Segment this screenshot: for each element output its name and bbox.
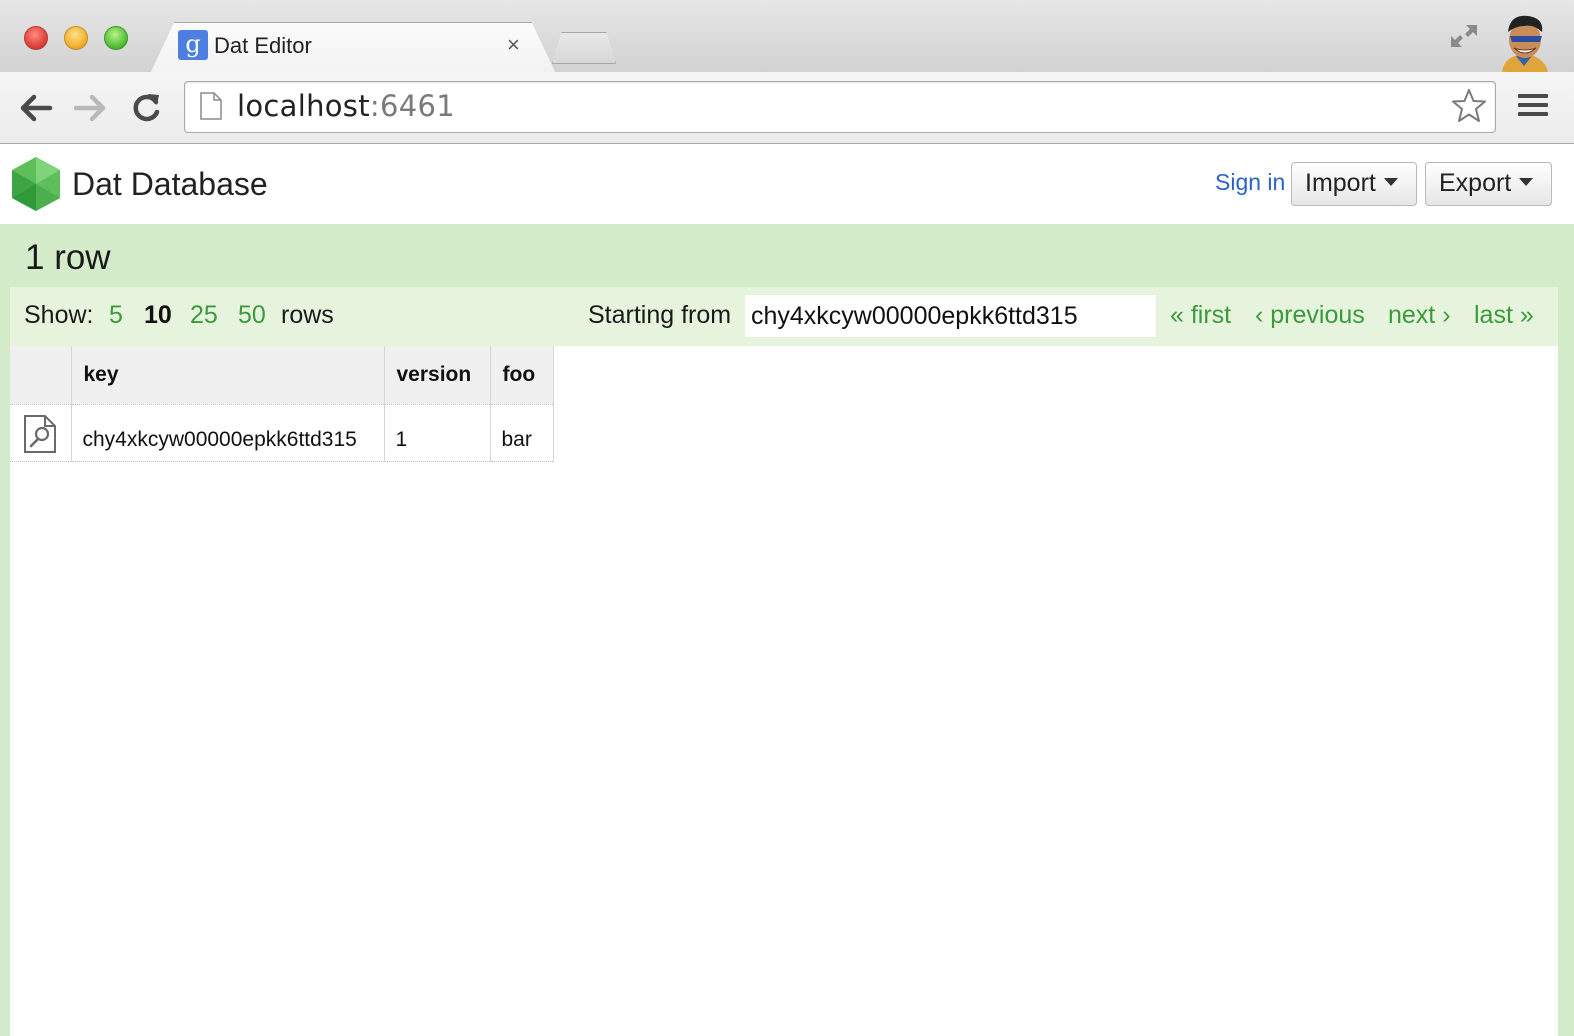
tab-title: Dat Editor bbox=[214, 33, 312, 58]
window-minimize-button[interactable] bbox=[64, 26, 88, 50]
cell-key[interactable]: chy4xkcyw00000epkk6ttd315 bbox=[71, 404, 385, 462]
page-size-50[interactable]: 50 bbox=[238, 301, 266, 330]
new-tab-button[interactable] bbox=[552, 32, 616, 64]
fullscreen-icon[interactable] bbox=[1448, 22, 1480, 50]
arrow-right-icon[interactable] bbox=[72, 90, 108, 126]
cell-version[interactable]: 1 bbox=[384, 404, 491, 462]
url-host: localhost bbox=[237, 89, 370, 123]
bookmark-star-icon[interactable] bbox=[1450, 87, 1488, 125]
starting-from-input[interactable] bbox=[745, 295, 1156, 337]
import-label: Import bbox=[1305, 169, 1376, 197]
app-title: Dat Database bbox=[72, 166, 268, 202]
table-header-blank bbox=[10, 346, 72, 405]
google-favicon-icon: g bbox=[178, 30, 208, 60]
window-maximize-button[interactable] bbox=[104, 26, 128, 50]
page-size-5[interactable]: 5 bbox=[109, 301, 123, 330]
row-view-cell[interactable] bbox=[10, 404, 72, 462]
table-header-row: key version foo bbox=[10, 346, 554, 405]
page-size-10: 10 bbox=[144, 301, 172, 329]
document-search-icon[interactable] bbox=[23, 414, 57, 454]
caret-down-icon bbox=[1519, 178, 1534, 187]
page-size-25[interactable]: 25 bbox=[190, 301, 218, 330]
rows-label: rows bbox=[281, 301, 334, 329]
sign-in-link[interactable]: Sign in bbox=[1215, 169, 1285, 196]
next-page-link[interactable]: next › bbox=[1388, 301, 1451, 330]
data-table: key version foo chy4xkcyw00000epkk6ttd31… bbox=[10, 346, 554, 462]
import-button[interactable]: Import bbox=[1291, 162, 1417, 206]
browser-tab-active[interactable] bbox=[150, 22, 556, 74]
table-header-version[interactable]: version bbox=[384, 346, 491, 405]
hamburger-menu-icon[interactable] bbox=[1518, 94, 1548, 120]
table-header-foo[interactable]: foo bbox=[490, 346, 554, 405]
user-avatar[interactable] bbox=[1494, 10, 1554, 72]
first-page-link[interactable]: « first bbox=[1170, 301, 1231, 330]
export-label: Export bbox=[1439, 169, 1512, 197]
cell-foo[interactable]: bar bbox=[490, 404, 554, 462]
row-count: 1 row bbox=[25, 238, 111, 277]
starting-from-label: Starting from bbox=[588, 301, 732, 329]
window-close-button[interactable] bbox=[24, 26, 48, 50]
reload-icon[interactable] bbox=[128, 90, 164, 126]
last-page-link[interactable]: last » bbox=[1474, 301, 1534, 330]
table-header-key[interactable]: key bbox=[71, 346, 385, 405]
tab-close-icon[interactable]: × bbox=[507, 33, 520, 57]
page-icon bbox=[200, 92, 222, 120]
dat-logo-icon bbox=[12, 157, 60, 211]
caret-down-icon bbox=[1383, 178, 1398, 187]
arrow-left-icon[interactable] bbox=[18, 90, 54, 126]
url-text[interactable]: localhost:6461 bbox=[237, 89, 455, 123]
url-port: :6461 bbox=[369, 89, 455, 123]
previous-page-link[interactable]: ‹ previous bbox=[1255, 301, 1365, 330]
show-label: Show: bbox=[24, 301, 94, 329]
table-row[interactable]: chy4xkcyw00000epkk6ttd315 1 bar bbox=[10, 404, 554, 462]
export-button[interactable]: Export bbox=[1425, 162, 1552, 206]
